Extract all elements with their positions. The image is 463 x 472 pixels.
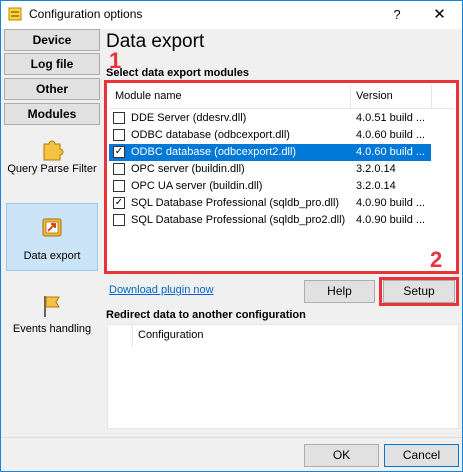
row-name: OPC UA server (buildin.dll) [131, 180, 263, 192]
row-name: DDE Server (ddesrv.dll) [131, 112, 247, 124]
list-item[interactable]: ✓ SQL Database Professional (sqldb_pro.d… [109, 195, 431, 212]
list-item[interactable]: ODBC database (odbcexport.dll) 4.0.60 bu… [109, 127, 431, 144]
nav-device-button[interactable]: Device [4, 29, 100, 51]
list-item[interactable]: OPC UA server (buildin.dll) 3.2.0.14 [109, 178, 431, 195]
column-divider [132, 325, 133, 347]
nav-other-button[interactable]: Other [4, 78, 100, 100]
list-header: Module name Version [109, 85, 454, 109]
redirect-label: Redirect data to another configuration [106, 309, 306, 321]
column-module-name[interactable]: Module name [115, 90, 182, 102]
row-version: 3.2.0.14 [356, 180, 396, 192]
help-button[interactable]: Help [304, 280, 375, 303]
row-checkbox[interactable]: ✓ [113, 146, 125, 158]
list-item[interactable]: SQL Database Professional (sqldb_pro2.dl… [109, 212, 431, 229]
configuration-window: Configuration options ? ✕ Device Log fil… [0, 0, 463, 472]
column-configuration[interactable]: Configuration [138, 329, 203, 341]
list-item[interactable]: DDE Server (ddesrv.dll) 4.0.51 build ... [109, 110, 431, 127]
row-name: SQL Database Professional (sqldb_pro.dll… [131, 197, 340, 209]
row-version: 4.0.90 build ... [356, 214, 426, 226]
modules-list[interactable]: Module name Version DDE Server (ddesrv.d… [109, 85, 454, 269]
redirect-configurations-list[interactable]: Configuration [107, 324, 459, 429]
module-data-export[interactable]: Data export [6, 203, 98, 271]
select-modules-label: Select data export modules [106, 67, 250, 79]
window-title: Configuration options [29, 7, 143, 21]
row-checkbox[interactable] [113, 129, 125, 141]
modules-panel: Query Parse Filter Data export Events ha… [3, 127, 101, 438]
row-version: 4.0.90 build ... [356, 197, 426, 209]
module-label: Events handling [12, 323, 92, 335]
setup-button[interactable]: Setup [383, 280, 455, 303]
row-checkbox[interactable] [113, 112, 125, 124]
list-item[interactable]: OPC server (buildin.dll) 3.2.0.14 [109, 161, 431, 178]
export-icon [42, 218, 62, 237]
callout-badge-2: 2 [430, 247, 443, 272]
row-checkbox[interactable] [113, 180, 125, 192]
row-name: OPC server (buildin.dll) [131, 163, 245, 175]
modules-list-highlight: Module name Version DDE Server (ddesrv.d… [104, 80, 459, 274]
row-version: 4.0.60 build ... [356, 129, 426, 141]
module-query-parse-filter[interactable]: Query Parse Filter [6, 137, 98, 197]
app-icon [8, 7, 22, 21]
row-name: ODBC database (odbcexport.dll) [131, 129, 290, 141]
column-divider [350, 85, 351, 109]
nav-modules-button[interactable]: Modules [4, 103, 100, 125]
column-version[interactable]: Version [356, 90, 393, 102]
puzzle-icon [43, 140, 64, 161]
row-version: 3.2.0.14 [356, 163, 396, 175]
title-help-button[interactable]: ? [377, 1, 417, 29]
row-checkbox[interactable] [113, 214, 125, 226]
row-name: SQL Database Professional (sqldb_pro2.dl… [131, 214, 346, 226]
module-events-handling[interactable]: Events handling [6, 293, 98, 343]
flag-icon [44, 296, 60, 317]
row-checkbox[interactable]: ✓ [113, 197, 125, 209]
row-checkbox[interactable] [113, 163, 125, 175]
nav-log-file-button[interactable]: Log file [4, 53, 100, 75]
column-divider [431, 85, 432, 109]
module-label: Data export [23, 250, 81, 262]
footer-bar: OK Cancel [1, 437, 462, 471]
title-bar: Configuration options ? ✕ [1, 1, 462, 29]
row-version: 4.0.60 build ... [356, 146, 426, 158]
list-item[interactable]: ✓ ODBC database (odbcexport2.dll) 4.0.60… [109, 144, 431, 161]
module-label: Query Parse Filter [7, 163, 97, 175]
row-name: ODBC database (odbcexport2.dll) [131, 146, 297, 158]
ok-button[interactable]: OK [304, 444, 379, 467]
title-close-button[interactable]: ✕ [417, 1, 462, 29]
download-plugin-link[interactable]: Download plugin now [109, 284, 214, 296]
cancel-button[interactable]: Cancel [384, 444, 459, 467]
row-version: 4.0.51 build ... [356, 112, 426, 124]
